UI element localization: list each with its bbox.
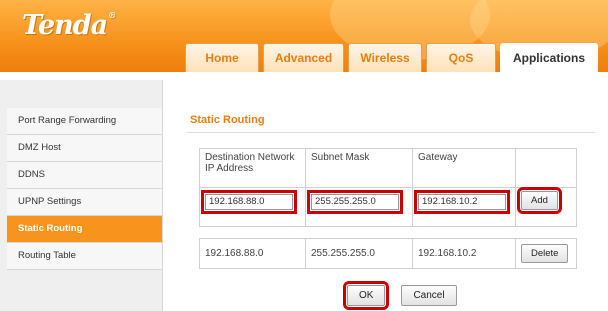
form-actions: OK Cancel — [342, 281, 457, 310]
ok-button[interactable]: OK — [342, 281, 390, 310]
form-header-row: Destination Network IP Address Subnet Ma… — [199, 148, 577, 188]
delete-button[interactable]: Delete — [521, 244, 569, 263]
main-nav-tabs: Home Advanced Wireless QoS Applications — [185, 43, 598, 72]
subnet-mask-input[interactable]: 255.255.255.0 — [307, 190, 403, 214]
cancel-button[interactable]: Cancel — [401, 285, 457, 306]
title-divider — [187, 132, 595, 133]
sidebar-item-static-routing[interactable]: Static Routing — [7, 216, 162, 243]
route-subnet-mask: 255.255.255.0 — [305, 238, 413, 269]
header-banner: Tenda® Home Advanced Wireless QoS Applic… — [0, 0, 608, 72]
tab-qos[interactable]: QoS — [426, 43, 496, 72]
sidebar-item-routing-table[interactable]: Routing Table — [7, 243, 162, 270]
header-action — [515, 148, 577, 188]
tab-advanced[interactable]: Advanced — [263, 43, 344, 72]
sidebar-item-dmz-host[interactable]: DMZ Host — [7, 135, 162, 162]
tab-wireless[interactable]: Wireless — [348, 43, 422, 72]
header-gateway: Gateway — [412, 148, 516, 188]
sidebar-item-upnp-settings[interactable]: UPNP Settings — [7, 189, 162, 216]
destination-ip-input[interactable]: 192.168.88.0 — [201, 190, 297, 214]
sidebar-item-ddns[interactable]: DDNS — [7, 162, 162, 189]
tab-applications[interactable]: Applications — [500, 43, 598, 72]
table-row: 192.168.88.0 255.255.255.0 192.168.10.2 … — [199, 238, 577, 269]
sidebar: Port Range Forwarding DMZ Host DDNS UPNP… — [0, 80, 163, 311]
tab-home[interactable]: Home — [185, 43, 259, 72]
static-route-form: Destination Network IP Address Subnet Ma… — [199, 148, 577, 227]
page-title: Static Routing — [190, 114, 265, 126]
route-destination: 192.168.88.0 — [199, 238, 306, 269]
sidebar-item-port-range-forwarding[interactable]: Port Range Forwarding — [7, 108, 162, 135]
add-button[interactable]: Add — [517, 187, 562, 214]
form-input-row: 192.168.88.0 255.255.255.0 192.168.10.2 … — [199, 187, 577, 227]
tenda-logo: Tenda® — [22, 10, 116, 41]
main-content: Static Routing Destination Network IP Ad… — [163, 80, 608, 311]
route-list: 192.168.88.0 255.255.255.0 192.168.10.2 … — [199, 238, 577, 269]
route-gateway: 192.168.10.2 — [412, 238, 516, 269]
header-divider — [0, 72, 608, 80]
header-destination: Destination Network IP Address — [199, 148, 306, 188]
header-subnet-mask: Subnet Mask — [305, 148, 413, 188]
gateway-input[interactable]: 192.168.10.2 — [414, 190, 510, 214]
